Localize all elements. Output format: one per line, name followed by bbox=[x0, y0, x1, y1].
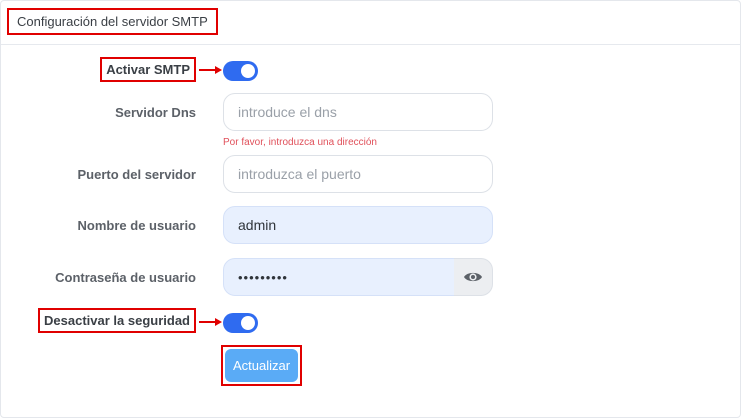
activate-smtp-toggle[interactable] bbox=[223, 61, 258, 81]
card-header: Configuración del servidor SMTP bbox=[1, 1, 740, 45]
disable-security-label: Desactivar la seguridad bbox=[38, 308, 196, 333]
activate-smtp-label: Activar SMTP bbox=[100, 57, 196, 82]
page-title: Configuración del servidor SMTP bbox=[7, 8, 218, 35]
annotation-arrow bbox=[199, 318, 222, 326]
toggle-knob bbox=[241, 64, 255, 78]
annotation-arrow bbox=[199, 66, 222, 74]
username-input[interactable] bbox=[223, 206, 493, 244]
update-button-highlight: Actualizar bbox=[221, 345, 302, 386]
dns-server-label: Servidor Dns bbox=[115, 105, 196, 120]
toggle-knob bbox=[241, 316, 255, 330]
username-label: Nombre de usuario bbox=[77, 218, 196, 233]
dns-error-message: Por favor, introduzca una dirección bbox=[223, 137, 377, 148]
disable-security-toggle[interactable] bbox=[223, 313, 258, 333]
eye-icon bbox=[464, 272, 482, 282]
server-port-input[interactable] bbox=[223, 155, 493, 193]
password-input[interactable] bbox=[223, 258, 455, 296]
dns-server-input[interactable] bbox=[223, 93, 493, 131]
show-password-button[interactable] bbox=[454, 258, 493, 296]
update-button[interactable]: Actualizar bbox=[225, 349, 298, 382]
server-port-label: Puerto del servidor bbox=[77, 167, 196, 182]
password-label: Contraseña de usuario bbox=[55, 270, 196, 285]
